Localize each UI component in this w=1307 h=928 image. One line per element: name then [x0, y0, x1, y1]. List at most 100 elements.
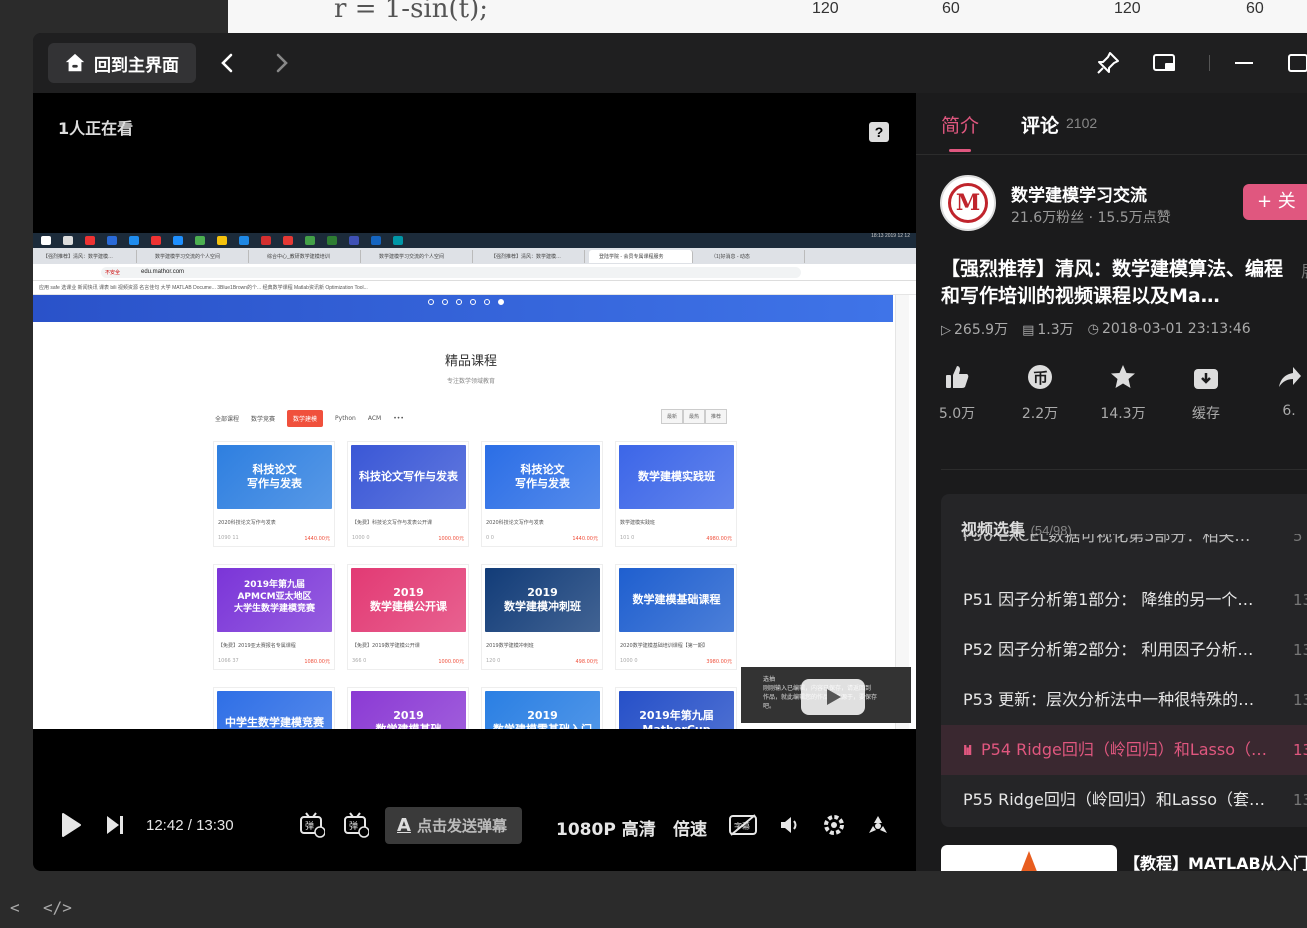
- recorded-tab: （1)好消息 - 动态: [701, 250, 805, 263]
- like-icon: [946, 366, 969, 388]
- recorded-filter: Python: [335, 415, 356, 422]
- share-button[interactable]: 6.: [1259, 363, 1307, 419]
- course-caption: 2020科技论文写作与发表: [486, 520, 544, 526]
- svg-text:弹: 弹: [305, 820, 314, 832]
- danmaku-settings-icon[interactable]: 弹: [343, 812, 369, 838]
- side-panel: 简介 评论 2102 M 数学建模学习交流 21.6万粉丝 · 15.5万点赞 …: [916, 93, 1307, 871]
- home-button[interactable]: 回到主界面: [48, 43, 196, 83]
- course-thumbnail-text: 2019 数学建模零基础入门: [493, 709, 592, 729]
- back-arrow-icon[interactable]: [216, 51, 240, 75]
- play-count: 265.9万: [954, 322, 1009, 338]
- recorded-tab: 综合中心_教研数学建模培训: [257, 250, 361, 263]
- list-item[interactable]: P55 Ridge回归（岭回归）和Lasso（套… 13: [941, 775, 1307, 825]
- course-thumbnail: 2019 数学建模公开课: [351, 568, 466, 632]
- download-button[interactable]: 缓存: [1176, 363, 1236, 423]
- recorded-taskbar: 18:13 2019 12 12: [33, 233, 916, 248]
- danmaku-toggle-icon[interactable]: 弹: [299, 812, 325, 838]
- svg-text:币: 币: [1033, 369, 1048, 387]
- recorded-side-toolbar: [895, 295, 909, 729]
- list-item-active[interactable]: lıl P54 Ridge回归（岭回归）和Lasso（… 13: [941, 725, 1307, 775]
- recommended-thumbnail[interactable]: [941, 845, 1117, 871]
- speed-button[interactable]: 倍速: [673, 815, 707, 840]
- course-thumbnail-text: 2019年第九届 APMCM亚太地区 大学生数学建模竞赛: [233, 580, 315, 614]
- code-icon[interactable]: </>: [43, 898, 72, 917]
- course-thumbnail: 数学建模实践班: [619, 445, 734, 509]
- collapse-icon[interactable]: <: [10, 898, 20, 917]
- comment-count: 2102: [1066, 115, 1098, 131]
- playlist: 视频选集 (54/98) P50 EXCEL数据可视化第5部分：相关… 5 P5…: [941, 494, 1307, 827]
- video-player[interactable]: 1人正在看 ? 18:13 2019 12 12 【强烈推荐】清风：数学建模… …: [33, 93, 916, 871]
- player-controls: 12:42 / 13:30 弹 弹 A 点击发送弹幕 1080P 高清 倍速 字…: [33, 793, 916, 857]
- course-caption: 【免费】科技论文写作与发表公开课: [352, 520, 433, 526]
- course-caption: 2020数学建模基础培训课程【第一期】: [620, 643, 708, 649]
- episode-label: P53 更新：层次分析法中一种很特殊的…: [963, 690, 1255, 709]
- volume-icon[interactable]: [778, 813, 802, 837]
- maximize-icon[interactable]: [1285, 50, 1307, 76]
- player-window: 回到主界面 1人正在看 ? 18:13 2019 12 12 【强烈推荐】清风：…: [33, 33, 1307, 871]
- tab-intro-underline: [949, 149, 971, 152]
- fullscreen-icon[interactable]: [866, 813, 890, 837]
- current-time: 12:42: [146, 817, 184, 834]
- recorded-course-card: 科技论文 写作与发表 2020科技论文写作与发表 1090 11 1440.00元: [213, 441, 335, 547]
- list-item[interactable]: P53 更新：层次分析法中一种很特殊的… 13: [941, 675, 1307, 725]
- avatar[interactable]: M: [940, 175, 996, 231]
- duration: 13:30: [196, 817, 234, 834]
- mini-player-icon[interactable]: [1151, 50, 1177, 76]
- list-item[interactable]: P51 因子分析第1部分： 降维的另一个… 13: [941, 575, 1307, 625]
- course-thumbnail-text: 2019年第九届MathorCup 高校数学建模挑战赛: [639, 709, 714, 729]
- coin-button[interactable]: 币 2.2万: [1010, 363, 1070, 423]
- share-count: 6.: [1282, 403, 1296, 419]
- course-price: 4980.00元: [706, 536, 732, 542]
- episode-label: P51 因子分析第1部分： 降维的另一个…: [963, 590, 1254, 609]
- recommended-title[interactable]: 【教程】MATLAB从入门: [1124, 850, 1307, 871]
- recorded-course-card: 2019年第九届 APMCM亚太地区 大学生数学建模竞赛【免费】2019亚太赛报…: [213, 564, 335, 670]
- next-icon[interactable]: [105, 814, 125, 836]
- recorded-page-title: 精品课程: [444, 354, 497, 369]
- expand-button[interactable]: 展: [1301, 258, 1307, 282]
- uploader-name[interactable]: 数学建模学习交流: [1011, 181, 1147, 206]
- episode-label: P52 因子分析第2部分： 利用因子分析…: [963, 640, 1254, 659]
- tab-intro[interactable]: 简介: [941, 111, 979, 138]
- tab-comments[interactable]: 评论: [1021, 111, 1059, 138]
- recorded-unsafe-label: 不安全: [105, 270, 121, 276]
- home-label: 回到主界面: [94, 55, 179, 76]
- course-price: 1080.00元: [304, 659, 330, 665]
- course-price: 1000.00元: [438, 659, 464, 665]
- settings-icon[interactable]: [822, 813, 846, 837]
- favorite-button[interactable]: 14.3万: [1093, 363, 1153, 423]
- coin-count: 2.2万: [1021, 406, 1059, 422]
- list-item[interactable]: P50 EXCEL数据可视化第5部分：相关… 5: [941, 534, 1307, 562]
- recorded-course-card: 科技论文 写作与发表 2020科技论文写作与发表 0 0 1440.00元: [481, 441, 603, 547]
- follow-button[interactable]: + 关: [1243, 184, 1307, 220]
- subtitle-icon[interactable]: 字幕: [728, 813, 758, 837]
- course-thumbnail: 科技论文写作与发表: [351, 445, 466, 509]
- list-item[interactable]: P52 因子分析第2部分： 利用因子分析… 13: [941, 625, 1307, 675]
- panel-tabs: 简介 评论 2102: [916, 93, 1307, 155]
- pin-icon[interactable]: [1095, 50, 1121, 76]
- forward-arrow-icon[interactable]: [269, 51, 293, 75]
- course-thumbnail: 科技论文 写作与发表: [485, 445, 600, 509]
- help-icon[interactable]: ?: [869, 122, 889, 142]
- recorded-sort: 最新: [661, 409, 684, 424]
- course-caption: 【免费】2019亚太赛报名专属课程: [218, 643, 296, 649]
- banner-dots: [428, 299, 504, 305]
- text-format-icon: A: [397, 815, 411, 836]
- recorded-tab: 数学建模学习交流的个人空间: [145, 250, 249, 263]
- like-button[interactable]: 5.0万: [927, 363, 987, 423]
- time-display: 12:42 / 13:30: [146, 817, 234, 834]
- play-icon[interactable]: [59, 811, 83, 839]
- time-separator: /: [187, 817, 192, 834]
- course-thumbnail-text: 2019 数学建模基础: [376, 709, 442, 729]
- avatar-logo: M: [948, 183, 988, 223]
- home-icon: [65, 53, 85, 72]
- matlab-logo-icon: [1015, 851, 1043, 871]
- minimize-icon[interactable]: [1231, 50, 1257, 76]
- recorded-tab: 【强烈推荐】清风：数学建模…: [33, 250, 137, 263]
- episode-label: P54 Ridge回归（岭回归）和Lasso（…: [981, 740, 1267, 759]
- quality-button[interactable]: 1080P 高清: [556, 815, 656, 840]
- now-playing-icon: lıl: [963, 744, 972, 759]
- danmaku-input[interactable]: A 点击发送弹幕: [385, 807, 522, 844]
- course-thumbnail-text: 科技论文写作与发表: [359, 470, 458, 483]
- course-price: 498.00元: [575, 659, 599, 665]
- share-icon: [1279, 367, 1301, 387]
